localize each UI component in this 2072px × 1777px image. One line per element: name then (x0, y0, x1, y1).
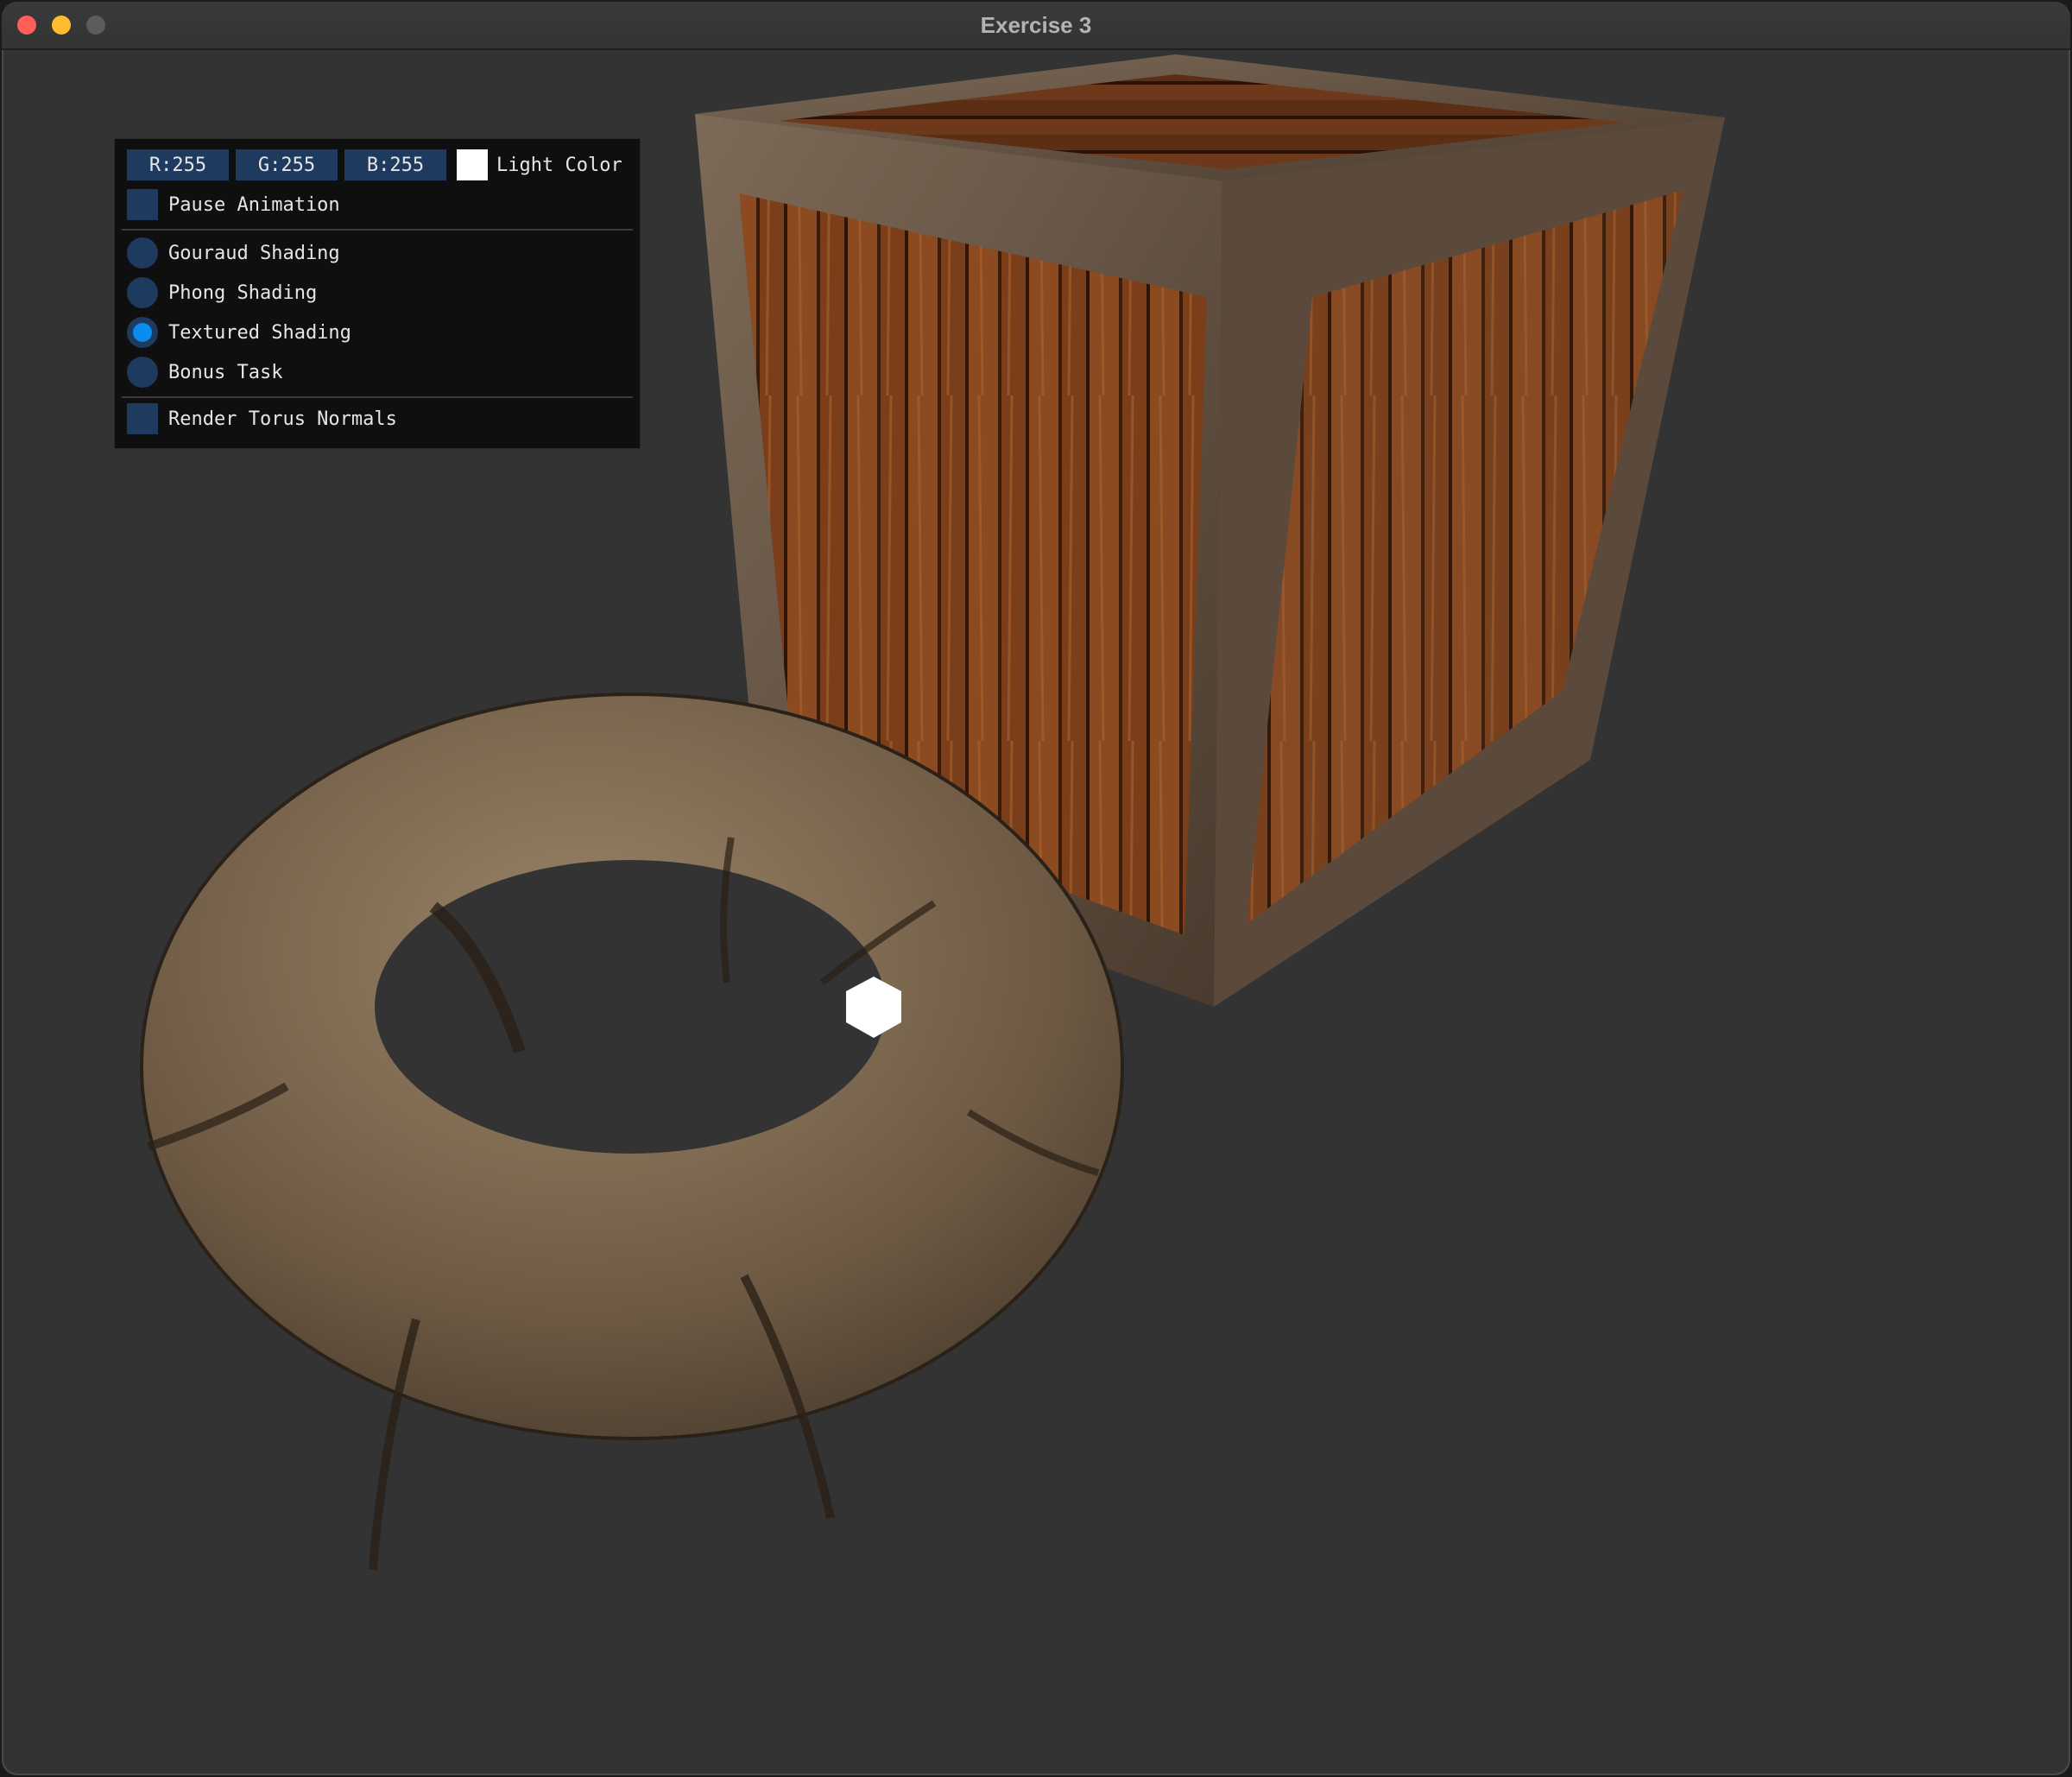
divider (122, 229, 633, 231)
textured-radio[interactable] (127, 317, 158, 348)
wooden-torus (140, 692, 1124, 1571)
red-channel-input[interactable]: R:255 (127, 149, 229, 180)
render-torus-normals-row[interactable]: Render Torus Normals (127, 403, 397, 434)
shading-option-bonus[interactable]: Bonus Task (127, 357, 282, 388)
light-color-label: Light Color (496, 154, 622, 176)
shading-option-gouraud[interactable]: Gouraud Shading (127, 237, 340, 269)
light-color-swatch[interactable] (457, 149, 488, 180)
app-window: Exercise 3 R:255 G:255 B:255 Light Color… (2, 2, 2070, 1775)
radio-selected-dot (133, 323, 152, 342)
green-channel-input[interactable]: G:255 (236, 149, 338, 180)
render-torus-normals-checkbox[interactable] (127, 403, 158, 434)
window-title: Exercise 3 (980, 12, 1092, 38)
gouraud-label: Gouraud Shading (168, 242, 340, 264)
render-torus-normals-label: Render Torus Normals (168, 408, 397, 430)
divider (122, 396, 633, 398)
textured-label: Textured Shading (168, 321, 351, 344)
light-color-row: R:255 G:255 B:255 Light Color (127, 149, 622, 180)
bonus-radio[interactable] (127, 357, 158, 388)
gouraud-radio[interactable] (127, 237, 158, 269)
shading-option-textured[interactable]: Textured Shading (127, 317, 351, 348)
pause-animation-checkbox[interactable] (127, 189, 158, 220)
controls-panel: R:255 G:255 B:255 Light Color Pause Anim… (114, 138, 641, 449)
pause-animation-row[interactable]: Pause Animation (127, 189, 340, 220)
title-bar[interactable]: Exercise 3 (2, 2, 2070, 50)
blue-channel-input[interactable]: B:255 (344, 149, 446, 180)
bonus-label: Bonus Task (168, 361, 283, 383)
shading-option-phong[interactable]: Phong Shading (127, 277, 317, 308)
phong-radio[interactable] (127, 277, 158, 308)
render-viewport[interactable]: R:255 G:255 B:255 Light Color Pause Anim… (2, 50, 2070, 1775)
phong-label: Phong Shading (168, 281, 318, 304)
pause-animation-label: Pause Animation (168, 193, 340, 216)
